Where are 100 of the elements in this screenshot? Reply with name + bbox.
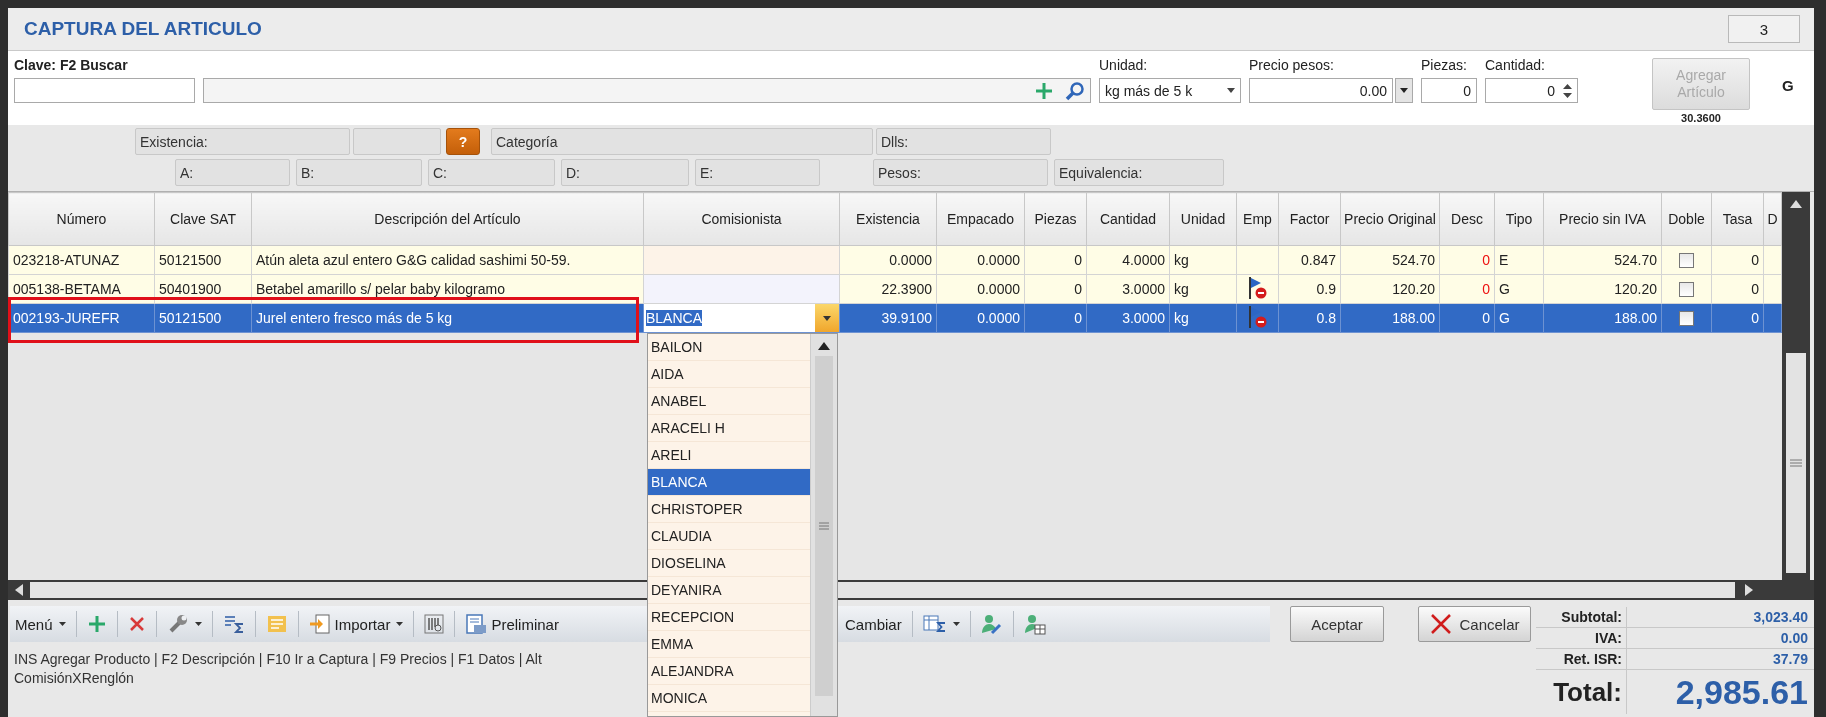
table-cell: Jurel entero fresco más de 5 kg xyxy=(251,303,644,333)
caret-icon xyxy=(1227,88,1235,93)
clave-label: Clave: F2 Buscar xyxy=(14,57,129,74)
total-value: 37.79 xyxy=(1771,650,1809,669)
table-cell: 023218-ATUNAZ xyxy=(8,245,155,275)
piezas-label: Piezas: xyxy=(1421,57,1468,74)
left-arrow-icon[interactable] xyxy=(15,584,23,596)
dropdown-button[interactable] xyxy=(1395,78,1413,103)
print-preview-icon xyxy=(465,613,488,635)
info-field: Categoría xyxy=(491,128,873,155)
table-cell: 22.3900 xyxy=(839,274,937,304)
caret-icon xyxy=(952,622,960,626)
column-header[interactable]: Número xyxy=(8,192,155,246)
sum-table-icon xyxy=(922,614,947,634)
page-number: 3 xyxy=(1728,15,1800,43)
caret-icon xyxy=(194,622,202,626)
window-title: CAPTURA DEL ARTICULO xyxy=(24,18,262,40)
barcode-icon xyxy=(424,614,445,634)
vertical-scrollbar[interactable] xyxy=(1782,192,1810,580)
column-header[interactable]: Comisionista xyxy=(643,192,840,246)
up-arrow-icon[interactable] xyxy=(1790,200,1802,208)
dropdown-scrollbar[interactable] xyxy=(810,334,837,716)
column-header[interactable]: Descripción del Artículo xyxy=(251,192,644,246)
column-header[interactable]: Unidad xyxy=(1169,192,1237,246)
column-header[interactable]: Cantidad xyxy=(1086,192,1170,246)
dropdown-item[interactable]: BLANCA xyxy=(648,469,810,496)
column-header[interactable]: Tipo xyxy=(1494,192,1544,246)
user-table-icon xyxy=(1023,613,1046,635)
info-field: Equivalencia: xyxy=(1054,159,1224,186)
total-value: 3,023.40 xyxy=(1752,608,1809,627)
x-icon xyxy=(127,615,146,633)
column-header[interactable]: Factor xyxy=(1278,192,1341,246)
table-cell: 0.0000 xyxy=(936,245,1025,275)
close-icon xyxy=(1429,612,1454,636)
column-header[interactable]: Doble xyxy=(1661,192,1712,246)
piezas-field[interactable]: 0 xyxy=(1421,78,1477,103)
right-arrow-icon[interactable] xyxy=(1745,584,1753,596)
info-field: Pesos: xyxy=(873,159,1048,186)
total-label: Total: xyxy=(1536,670,1627,714)
table-cell: kg xyxy=(1169,274,1237,304)
table-cell: 0.0000 xyxy=(936,303,1025,333)
column-header[interactable]: Clave SAT xyxy=(154,192,252,246)
column-header[interactable]: Existencia xyxy=(839,192,937,246)
comisionista-editor[interactable]: BLANCA xyxy=(643,303,840,333)
table-cell: 120.20 xyxy=(1543,274,1662,304)
table-cell: 0 xyxy=(1024,274,1087,304)
horizontal-scrollbar[interactable] xyxy=(8,580,1814,600)
spinner-icon[interactable] xyxy=(1563,82,1572,99)
cantidad-field[interactable]: 0 xyxy=(1485,78,1578,103)
checkbox[interactable] xyxy=(1679,311,1694,327)
unidad-select[interactable]: kg más de 5 k xyxy=(1099,78,1241,103)
plus-icon xyxy=(86,614,107,634)
precio-label: Precio pesos: xyxy=(1249,57,1335,74)
description-field[interactable] xyxy=(203,78,1091,103)
table-cell: 3.0000 xyxy=(1086,303,1170,333)
user-edit-icon xyxy=(980,613,1003,635)
info-field: D: xyxy=(561,159,689,186)
cancel-button[interactable]: Cancelar xyxy=(1418,606,1531,642)
table-cell: 524.70 xyxy=(1543,245,1662,275)
table-cell: kg xyxy=(1169,303,1237,333)
table-cell: Atún aleta azul entero G&G calidad sashimi 50-59. xyxy=(251,245,644,275)
toolbar-menu-button[interactable]: Menú xyxy=(10,609,71,639)
table-cell: 50121500 xyxy=(154,245,252,275)
column-header[interactable]: Emp xyxy=(1236,192,1279,246)
toolbar-text-button[interactable]: Cambiar xyxy=(840,609,907,639)
column-header[interactable]: Precio sin IVA xyxy=(1543,192,1662,246)
accept-button[interactable]: Aceptar xyxy=(1290,606,1384,642)
column-header[interactable]: Empacado xyxy=(936,192,1025,246)
grip-icon xyxy=(819,522,829,530)
up-arrow-icon[interactable] xyxy=(818,342,830,350)
toolbar-preview-button[interactable]: Preliminar xyxy=(460,609,564,639)
column-header[interactable]: Piezas xyxy=(1024,192,1087,246)
table-cell: 50121500 xyxy=(154,303,252,333)
info-field: B: xyxy=(296,159,422,186)
info-field: Dlls: xyxy=(876,128,1051,155)
total-value: 2,985.61 xyxy=(1674,672,1809,713)
caret-icon[interactable] xyxy=(823,315,831,321)
clave-field[interactable] xyxy=(14,78,195,103)
add-note: 30.3600 xyxy=(1681,112,1721,124)
tipo-label: G xyxy=(1782,76,1794,94)
grip-icon xyxy=(1790,459,1802,467)
checkbox[interactable] xyxy=(1679,282,1694,298)
column-header[interactable]: Precio Original xyxy=(1340,192,1440,246)
table-cell: 0 xyxy=(1024,303,1087,333)
toolbar-import-button[interactable]: Importar xyxy=(303,609,409,639)
table-cell: kg xyxy=(1169,245,1237,275)
checkbox[interactable] xyxy=(1679,253,1694,269)
table-cell: 120.20 xyxy=(1340,274,1440,304)
table-cell: 0.847 xyxy=(1278,245,1341,275)
column-header[interactable]: Desc xyxy=(1439,192,1495,246)
table-cell: 002193-JUREFR xyxy=(8,303,155,333)
caret-icon xyxy=(1400,88,1408,93)
search-icon[interactable] xyxy=(1065,80,1085,101)
add-icon[interactable] xyxy=(1035,81,1053,100)
table-cell: 0.8 xyxy=(1278,303,1341,333)
precio-field[interactable]: 0.00 xyxy=(1249,78,1393,103)
import-icon xyxy=(308,613,331,635)
info-field: A: xyxy=(175,159,290,186)
table-cell: 0.0000 xyxy=(936,274,1025,304)
column-header[interactable]: Tasa xyxy=(1711,192,1764,246)
